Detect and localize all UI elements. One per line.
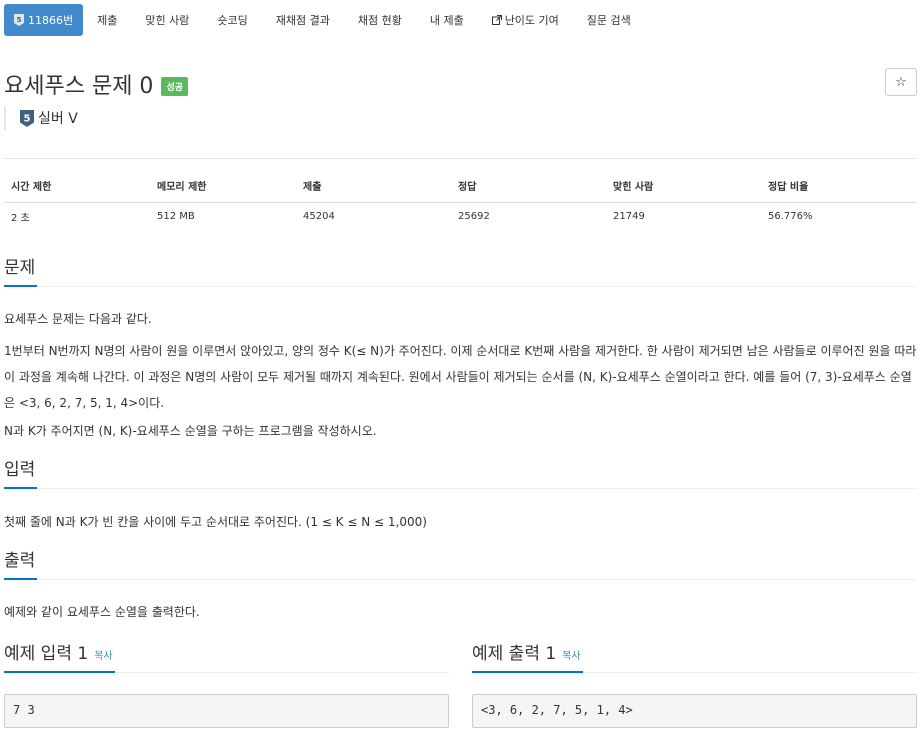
input-heading: 입력	[4, 459, 38, 489]
problem-description-p3: N과 K가 주어지면 (N, K)-요세푸스 순열을 구하는 프로그램을 작성하…	[4, 424, 377, 438]
copy-sample-output-link[interactable]: 복사	[562, 651, 580, 662]
sample-output-box[interactable]: <3, 6, 2, 7, 5, 1, 4>	[472, 694, 917, 728]
header-submissions: 제출	[296, 158, 451, 203]
problem-title: 요세푸스 문제 0	[4, 74, 154, 99]
problem-tier: 5 실버 V	[4, 106, 78, 130]
nav-rejudge-results[interactable]: 재채점 결과	[262, 4, 344, 36]
problem-description-p2: 1번부터 N번까지 N명의 사람이 원을 이루면서 앉아있고, 양의 정수 K(…	[4, 344, 917, 410]
input-headline: 입력	[4, 459, 917, 489]
problem-description-headline: 문제	[4, 257, 917, 287]
header-accept-ratio: 정답 비율	[761, 158, 917, 203]
output-heading: 출력	[4, 550, 38, 580]
value-accepted: 25692	[458, 211, 490, 223]
sample-input-headline: 예제 입력 1 복사	[4, 643, 449, 673]
problem-menu: 5 11866번 제출 맞힌 사람 숏코딩 재채점 결과 채점 현황 내 제출 …	[4, 4, 645, 36]
sample-output-heading-label: 예제 출력 1	[472, 644, 557, 664]
table-row: 2 초 512 MB 45204 25692 21749 56.776%	[4, 203, 917, 231]
header-memory-limit: 메모리 제한	[150, 158, 296, 203]
tier-label: 실버 V	[38, 111, 78, 127]
star-button[interactable]: ☆	[885, 68, 917, 96]
value-submissions: 45204	[303, 211, 335, 223]
external-link-icon	[491, 15, 502, 25]
output-headline: 출력	[4, 550, 917, 580]
nav-problem-number[interactable]: 5 11866번	[4, 4, 84, 36]
header-solved-users: 맞힌 사람	[606, 158, 761, 203]
problem-info-table: 시간 제한 메모리 제한 제출 정답 맞힌 사람 정답 비율 2 초 512 M…	[4, 158, 917, 231]
silver-tier-badge-icon: 5	[20, 109, 34, 127]
nav-my-submissions[interactable]: 내 제출	[416, 4, 478, 36]
nav-solved-users[interactable]: 맞힌 사람	[131, 4, 203, 36]
svg-text:5: 5	[24, 113, 31, 124]
sample-output-headline: 예제 출력 1 복사	[472, 643, 917, 673]
sample-input-heading-label: 예제 입력 1	[4, 644, 89, 664]
input-description: 첫째 줄에 N과 K가 빈 칸을 사이에 두고 순서대로 주어진다. (1 ≤ …	[4, 515, 427, 529]
problem-description-heading: 문제	[4, 257, 38, 287]
svg-text:5: 5	[17, 16, 22, 24]
nav-problem-number-label: 11866번	[28, 14, 74, 27]
value-time-limit: 2 초	[11, 213, 30, 225]
nav-difficulty-contribution[interactable]: 난이도 기여	[478, 4, 573, 36]
sample-input-box[interactable]: 7 3	[4, 694, 449, 728]
nav-question-search[interactable]: 질문 검색	[573, 4, 645, 36]
nav-difficulty-contribution-label: 난이도 기여	[504, 14, 559, 27]
value-accept-ratio: 56.776%	[768, 211, 813, 223]
sample-output-heading: 예제 출력 1 복사	[472, 643, 583, 673]
header-time-limit: 시간 제한	[4, 158, 150, 203]
value-memory-limit: 512 MB	[157, 211, 195, 223]
problem-title-row: 요세푸스 문제 0 성공	[4, 68, 188, 100]
nav-short-coding[interactable]: 숏코딩	[203, 4, 261, 36]
status-badge: 성공	[161, 76, 188, 96]
nav-submit[interactable]: 제출	[83, 4, 131, 36]
star-icon: ☆	[895, 74, 907, 90]
problem-description-p1: 요세푸스 문제는 다음과 같다.	[4, 312, 152, 326]
copy-sample-input-link[interactable]: 복사	[94, 651, 112, 662]
table-header-row: 시간 제한 메모리 제한 제출 정답 맞힌 사람 정답 비율	[4, 158, 917, 203]
value-solved-users: 21749	[613, 211, 645, 223]
header-accepted: 정답	[451, 158, 606, 203]
nav-status[interactable]: 채점 현황	[344, 4, 416, 36]
sample-input-heading: 예제 입력 1 복사	[4, 643, 115, 673]
output-description: 예제와 같이 요세푸스 순열을 출력한다.	[4, 605, 200, 619]
silver-tier-icon: 5	[14, 14, 24, 26]
